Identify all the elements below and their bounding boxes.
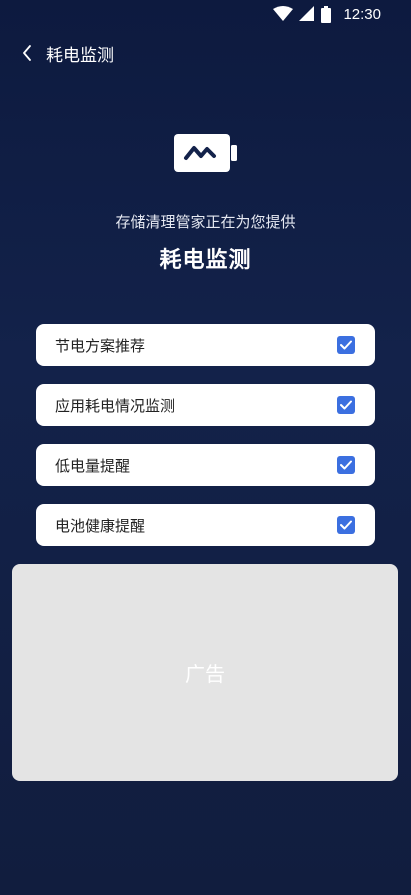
top-bar: 耗电监测 bbox=[18, 38, 114, 68]
check-icon bbox=[340, 340, 352, 350]
status-time: 12:30 bbox=[343, 5, 381, 23]
hero-title: 耗电监测 bbox=[159, 248, 252, 273]
checkbox-checked[interactable] bbox=[337, 516, 355, 534]
option-label: 节电方案推荐 bbox=[55, 336, 146, 355]
hero-subtitle: 存储清理管家正在为您提供 bbox=[115, 213, 296, 231]
back-button[interactable] bbox=[18, 42, 36, 64]
option-battery-health-alert[interactable]: 电池健康提醒 bbox=[36, 504, 375, 546]
checkbox-checked[interactable] bbox=[337, 396, 355, 414]
cellular-signal-icon bbox=[299, 6, 315, 22]
option-label: 电池健康提醒 bbox=[55, 516, 146, 535]
chevron-left-icon bbox=[23, 45, 31, 61]
checkbox-checked[interactable] bbox=[337, 336, 355, 354]
option-app-power-monitor[interactable]: 应用耗电情况监测 bbox=[36, 384, 375, 426]
status-bar: 12:30 bbox=[0, 0, 411, 28]
checkbox-checked[interactable] bbox=[337, 456, 355, 474]
check-icon bbox=[340, 460, 352, 470]
wifi-icon bbox=[273, 6, 294, 22]
ad-label: 广告 bbox=[185, 662, 225, 686]
option-label: 低电量提醒 bbox=[55, 456, 131, 475]
check-icon bbox=[340, 520, 352, 530]
option-label: 应用耗电情况监测 bbox=[55, 396, 176, 415]
option-power-saving-plan[interactable]: 节电方案推荐 bbox=[36, 324, 375, 366]
option-low-battery-alert[interactable]: 低电量提醒 bbox=[36, 444, 375, 486]
ad-banner[interactable]: 广告 bbox=[12, 564, 398, 781]
check-icon bbox=[340, 400, 352, 410]
page-title: 耗电监测 bbox=[46, 45, 114, 66]
battery-pulse-icon bbox=[174, 134, 238, 172]
battery-icon bbox=[321, 5, 332, 23]
